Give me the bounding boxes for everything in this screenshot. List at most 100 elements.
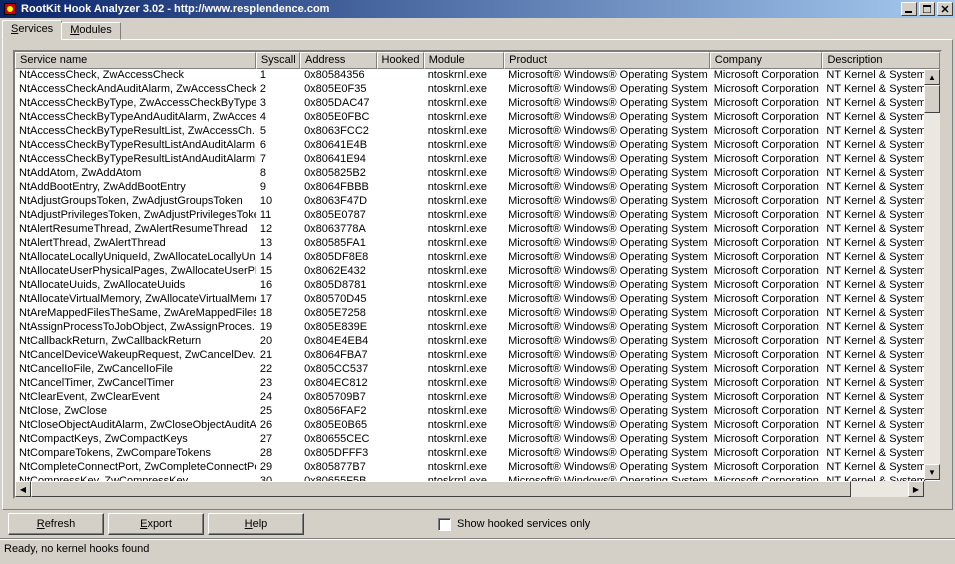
table-row[interactable]: NtAreMappedFilesTheSame, ZwAreMappedFile… [15,307,940,321]
table-row[interactable]: NtClearEvent, ZwClearEvent240x805709B7nt… [15,391,940,405]
refresh-button[interactable]: Refresh [8,513,104,535]
table-row[interactable]: NtAllocateUserPhysicalPages, ZwAllocateU… [15,265,940,279]
cell-module: ntoskrnl.exe [424,265,504,279]
table-row[interactable]: NtAccessCheck, ZwAccessCheck10x80584356n… [15,69,940,83]
cell-address: 0x80570D45 [300,293,376,307]
cell-product: Microsoft® Windows® Operating System [504,167,710,181]
services-listview[interactable]: Service nameSyscallAddressHookedModulePr… [13,50,942,499]
cell-name: NtAllocateUserPhysicalPages, ZwAllocateU… [15,265,256,279]
cell-name: NtAccessCheckByType, ZwAccessCheckByType [15,97,256,111]
tab-modules[interactable]: Modules [61,22,121,40]
table-row[interactable]: NtAccessCheckByTypeResultListAndAuditAla… [15,139,940,153]
table-row[interactable]: NtAccessCheckByTypeResultList, ZwAccessC… [15,125,940,139]
cell-product: Microsoft® Windows® Operating System [504,433,710,447]
cell-syscall: 7 [256,153,300,167]
cell-address: 0x805DF8E8 [300,251,376,265]
cell-syscall: 20 [256,335,300,349]
scroll-thumb-h[interactable] [31,481,851,497]
cell-product: Microsoft® Windows® Operating System [504,153,710,167]
cell-syscall: 12 [256,223,300,237]
export-button[interactable]: Export [108,513,204,535]
column-header[interactable]: Service name [15,52,256,69]
column-header[interactable]: Address [300,52,377,69]
cell-syscall: 14 [256,251,300,265]
table-row[interactable]: NtAdjustGroupsToken, ZwAdjustGroupsToken… [15,195,940,209]
cell-hooked [377,83,424,97]
scroll-right-button[interactable]: ▶ [908,481,924,497]
cell-syscall: 26 [256,419,300,433]
cell-module: ntoskrnl.exe [424,181,504,195]
column-header[interactable]: Product [504,52,710,69]
table-row[interactable]: NtClose, ZwClose250x8056FAF2ntoskrnl.exe… [15,405,940,419]
table-row[interactable]: NtAdjustPrivilegesToken, ZwAdjustPrivile… [15,209,940,223]
cell-hooked [377,307,424,321]
cell-company: Microsoft Corporation [710,321,823,335]
table-row[interactable]: NtAccessCheckByTypeAndAuditAlarm, ZwAcce… [15,111,940,125]
hooked-only-checkbox[interactable] [438,518,451,531]
column-header[interactable]: Module [424,52,504,69]
cell-description: NT Kernel & System [822,97,940,111]
cell-address: 0x805CC537 [300,363,376,377]
table-row[interactable]: NtAccessCheckByType, ZwAccessCheckByType… [15,97,940,111]
table-row[interactable]: NtCancelTimer, ZwCancelTimer230x804EC812… [15,377,940,391]
table-row[interactable]: NtAllocateUuids, ZwAllocateUuids160x805D… [15,279,940,293]
table-row[interactable]: NtAlertResumeThread, ZwAlertResumeThread… [15,223,940,237]
titlebar[interactable]: RootKit Hook Analyzer 3.02 - http://www.… [0,0,955,18]
tab-services[interactable]: Services [2,20,62,40]
cell-module: ntoskrnl.exe [424,167,504,181]
cell-description: NT Kernel & System [822,237,940,251]
cell-module: ntoskrnl.exe [424,279,504,293]
cell-address: 0x805825B2 [300,167,376,181]
column-header[interactable]: Company [710,52,823,69]
cell-hooked [377,349,424,363]
table-row[interactable]: NtAddBootEntry, ZwAddBootEntry90x8064FBB… [15,181,940,195]
vertical-scrollbar[interactable]: ▲ ▼ [924,69,940,480]
cell-description: NT Kernel & System [822,405,940,419]
table-row[interactable]: NtAllocateVirtualMemory, ZwAllocateVirtu… [15,293,940,307]
cell-product: Microsoft® Windows® Operating System [504,251,710,265]
table-row[interactable]: NtCancelIoFile, ZwCancelIoFile220x805CC5… [15,363,940,377]
scroll-up-button[interactable]: ▲ [924,69,940,85]
cell-address: 0x805E839E [300,321,376,335]
maximize-button[interactable] [919,2,935,16]
table-row[interactable]: NtCloseObjectAuditAlarm, ZwCloseObjectAu… [15,419,940,433]
cell-description: NT Kernel & System [822,461,940,475]
cell-address: 0x805E0787 [300,209,376,223]
cell-hooked [377,265,424,279]
table-row[interactable]: NtAllocateLocallyUniqueId, ZwAllocateLoc… [15,251,940,265]
cell-product: Microsoft® Windows® Operating System [504,125,710,139]
scroll-left-button[interactable]: ◀ [15,481,31,497]
table-row[interactable]: NtCompareTokens, ZwCompareTokens280x805D… [15,447,940,461]
table-row[interactable]: NtAddAtom, ZwAddAtom80x805825B2ntoskrnl.… [15,167,940,181]
cell-module: ntoskrnl.exe [424,69,504,83]
table-row[interactable]: NtCompactKeys, ZwCompactKeys270x80655CEC… [15,433,940,447]
cell-product: Microsoft® Windows® Operating System [504,223,710,237]
cell-description: NT Kernel & System [822,321,940,335]
table-row[interactable]: NtCallbackReturn, ZwCallbackReturn200x80… [15,335,940,349]
tab-panel: Service nameSyscallAddressHookedModulePr… [2,39,953,510]
column-header[interactable]: Hooked [377,52,424,69]
cell-syscall: 28 [256,447,300,461]
column-header[interactable]: Syscall [256,52,300,69]
table-row[interactable]: NtAssignProcessToJobObject, ZwAssignProc… [15,321,940,335]
hooked-only-checkbox-wrap[interactable]: Show hooked services only [438,518,590,531]
scroll-down-button[interactable]: ▼ [924,464,940,480]
scroll-corner [924,481,940,497]
table-row[interactable]: NtAccessCheckAndAuditAlarm, ZwAccessChec… [15,83,940,97]
cell-syscall: 8 [256,167,300,181]
table-row[interactable]: NtAlertThread, ZwAlertThread130x80585FA1… [15,237,940,251]
table-row[interactable]: NtCancelDeviceWakeupRequest, ZwCancelDev… [15,349,940,363]
cell-description: NT Kernel & System [822,181,940,195]
cell-module: ntoskrnl.exe [424,195,504,209]
help-button[interactable]: Help [208,513,304,535]
horizontal-scrollbar[interactable]: ◀ ▶ [15,481,924,497]
minimize-button[interactable] [901,2,917,16]
table-row[interactable]: NtAccessCheckByTypeResultListAndAuditAla… [15,153,940,167]
cell-product: Microsoft® Windows® Operating System [504,97,710,111]
close-button[interactable] [937,2,953,16]
table-row[interactable]: NtCompleteConnectPort, ZwCompleteConnect… [15,461,940,475]
scroll-thumb-v[interactable] [924,85,940,113]
cell-address: 0x805E0F35 [300,83,376,97]
column-header[interactable]: Description [822,52,940,69]
cell-address: 0x8064FBBB [300,181,376,195]
